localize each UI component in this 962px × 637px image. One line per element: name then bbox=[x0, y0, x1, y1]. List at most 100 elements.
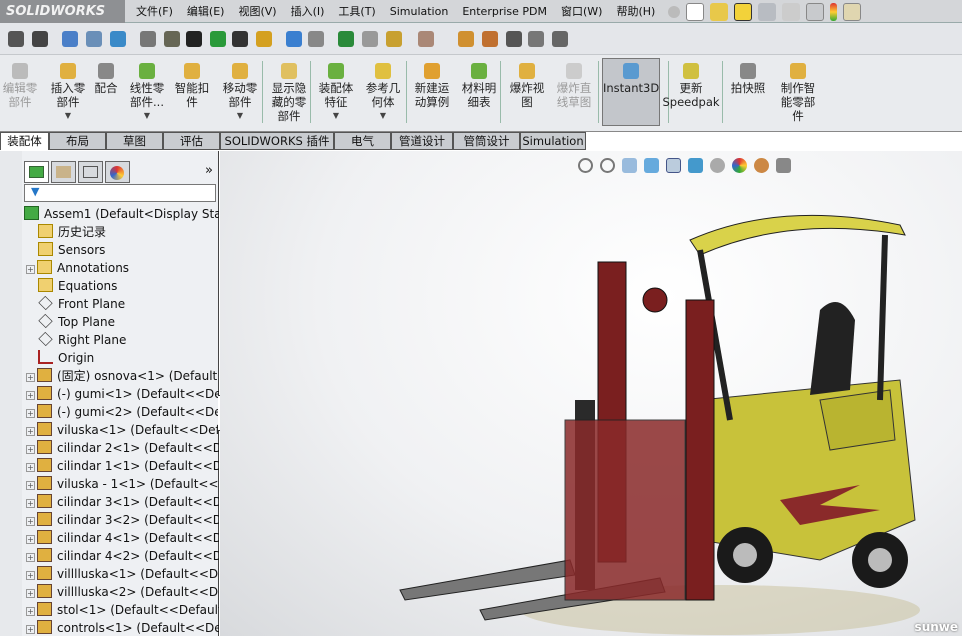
tree-item[interactable]: + (-) gumi<1> (Default<<De bbox=[22, 385, 219, 403]
toolbar-icon[interactable] bbox=[86, 31, 102, 47]
expand-icon[interactable]: + bbox=[26, 373, 35, 382]
dropdown-arrow-icon[interactable]: ▼ bbox=[124, 109, 170, 123]
toolbar-icon[interactable] bbox=[386, 31, 402, 47]
tree-item[interactable]: + cilindar 1<1> (Default<<D bbox=[22, 457, 219, 475]
toolbar-icon[interactable] bbox=[506, 31, 522, 47]
menu-item[interactable]: 帮助(H) bbox=[616, 0, 655, 23]
feature-manager-tab[interactable] bbox=[24, 161, 49, 183]
toolbar-icon[interactable] bbox=[362, 31, 378, 47]
toolbar-icon[interactable] bbox=[110, 31, 126, 47]
property-manager-tab[interactable] bbox=[51, 161, 76, 183]
new-document-icon[interactable] bbox=[686, 2, 704, 21]
expand-icon[interactable]: + bbox=[26, 391, 35, 400]
dropdown-arrow-icon[interactable]: ▼ bbox=[216, 109, 264, 123]
toolbar-icon[interactable] bbox=[418, 31, 434, 47]
tree-item[interactable]: + stol<1> (Default<<Default bbox=[22, 601, 219, 619]
expand-icon[interactable]: + bbox=[26, 463, 35, 472]
toolbar-icon[interactable] bbox=[210, 31, 226, 47]
tree-item[interactable]: Right Plane bbox=[22, 331, 219, 349]
command-button[interactable]: 装配体 特征 ▼ bbox=[314, 59, 358, 123]
command-button[interactable]: 爆炸视图 bbox=[505, 59, 549, 109]
tree-item[interactable]: Front Plane bbox=[22, 295, 219, 313]
section-view-icon[interactable] bbox=[644, 158, 659, 173]
tree-item[interactable]: Origin bbox=[22, 349, 219, 367]
menu-item[interactable]: 窗口(W) bbox=[561, 0, 602, 23]
menu-item[interactable]: 文件(F) bbox=[136, 0, 173, 23]
command-button[interactable]: 更新 Speedpak bbox=[662, 59, 720, 109]
tree-item[interactable]: 历史记录 bbox=[22, 223, 219, 241]
tab[interactable]: 布局 bbox=[49, 132, 106, 150]
dropdown-arrow-icon[interactable]: ▼ bbox=[360, 109, 406, 123]
command-button[interactable]: 编辑零部件 bbox=[0, 59, 40, 109]
tree-item[interactable]: + cilindar 3<2> (Default<<D bbox=[22, 511, 219, 529]
expand-icon[interactable]: + bbox=[26, 535, 35, 544]
apply-scene-icon[interactable] bbox=[754, 158, 769, 173]
toolbar-icon[interactable] bbox=[482, 31, 498, 47]
command-button[interactable]: 线性零 部件... ▼ bbox=[124, 59, 170, 123]
toolbar-icon[interactable] bbox=[32, 31, 48, 47]
toolbar-icon[interactable] bbox=[164, 31, 180, 47]
tree-item[interactable]: + controls<1> (Default<<De bbox=[22, 619, 219, 637]
expand-icon[interactable]: + bbox=[26, 481, 35, 490]
expand-icon[interactable]: + bbox=[26, 517, 35, 526]
tree-item[interactable]: + cilindar 4<1> (Default<<D bbox=[22, 529, 219, 547]
expand-icon[interactable]: + bbox=[26, 607, 35, 616]
toolbar-icon[interactable] bbox=[552, 31, 568, 47]
options-icon[interactable] bbox=[843, 2, 861, 21]
tree-item[interactable]: Sensors bbox=[22, 241, 219, 259]
previous-view-icon[interactable] bbox=[622, 158, 637, 173]
tree-item[interactable]: + villlluska<2> (Default<<De bbox=[22, 583, 219, 601]
edit-appearance-icon[interactable] bbox=[732, 158, 747, 173]
toolbar-icon[interactable] bbox=[62, 31, 78, 47]
command-button[interactable]: 参考几 何体 ▼ bbox=[360, 59, 406, 123]
select-cursor-icon[interactable] bbox=[806, 2, 824, 21]
expand-panel-button[interactable]: » bbox=[205, 163, 213, 178]
open-folder-icon[interactable] bbox=[710, 2, 728, 21]
menu-item[interactable]: 视图(V) bbox=[238, 0, 276, 23]
toolbar-icon[interactable] bbox=[458, 31, 474, 47]
tree-item[interactable]: Assem1 (Default<Display State bbox=[22, 205, 219, 223]
view-settings-icon[interactable] bbox=[776, 158, 791, 173]
command-button[interactable]: 显示隐 藏的零 部件 bbox=[266, 59, 312, 123]
filter-icon[interactable]: ▼ bbox=[31, 185, 39, 198]
command-button[interactable]: 新建运 动算例 bbox=[410, 59, 454, 109]
hide-show-icon[interactable] bbox=[710, 158, 725, 173]
expand-icon[interactable]: + bbox=[26, 499, 35, 508]
expand-icon[interactable]: + bbox=[26, 265, 35, 274]
menu-item[interactable]: Simulation bbox=[390, 0, 449, 23]
command-button[interactable]: 智能扣件 bbox=[172, 59, 212, 109]
toolbar-icon[interactable] bbox=[338, 31, 354, 47]
expand-icon[interactable]: + bbox=[26, 427, 35, 436]
tab[interactable]: 电气 bbox=[334, 132, 391, 150]
tab[interactable]: 草图 bbox=[106, 132, 163, 150]
undo-icon[interactable] bbox=[782, 2, 800, 21]
print-icon[interactable] bbox=[758, 2, 776, 21]
tab[interactable]: SOLIDWORKS 插件 bbox=[220, 132, 334, 150]
toolbar-icon[interactable] bbox=[286, 31, 302, 47]
expand-icon[interactable]: + bbox=[26, 553, 35, 562]
tree-item[interactable]: + cilindar 2<1> (Default<<D bbox=[22, 439, 219, 457]
tree-item[interactable]: + (-) gumi<2> (Default<<De bbox=[22, 403, 219, 421]
display-style-icon[interactable] bbox=[688, 158, 703, 173]
command-button[interactable]: 材料明 细表 bbox=[458, 59, 500, 109]
tab[interactable]: 管道设计 bbox=[391, 132, 453, 150]
menu-item[interactable]: 编辑(E) bbox=[187, 0, 225, 23]
menu-item[interactable]: Enterprise PDM bbox=[462, 0, 547, 23]
command-button[interactable]: 移动零 部件 ▼ bbox=[216, 59, 264, 123]
tree-item[interactable]: + cilindar 4<2> (Default<<D bbox=[22, 547, 219, 565]
expand-icon[interactable]: + bbox=[26, 625, 35, 634]
expand-icon[interactable]: + bbox=[26, 445, 35, 454]
configuration-manager-tab[interactable] bbox=[78, 161, 103, 183]
command-button[interactable]: 拍快照 bbox=[728, 59, 768, 95]
toolbar-icon[interactable] bbox=[186, 31, 202, 47]
tab[interactable]: 评估 bbox=[163, 132, 220, 150]
tab[interactable]: Simulation bbox=[520, 132, 586, 150]
view-orientation-icon[interactable] bbox=[666, 158, 681, 173]
tab[interactable]: 管筒设计 bbox=[453, 132, 520, 150]
tree-item[interactable]: Top Plane bbox=[22, 313, 219, 331]
tree-item[interactable]: Equations bbox=[22, 277, 219, 295]
expand-icon[interactable]: + bbox=[26, 589, 35, 598]
tree-item[interactable]: + (固定) osnova<1> (Default bbox=[22, 367, 219, 385]
zoom-to-area-icon[interactable] bbox=[600, 158, 615, 173]
toolbar-icon[interactable] bbox=[256, 31, 272, 47]
